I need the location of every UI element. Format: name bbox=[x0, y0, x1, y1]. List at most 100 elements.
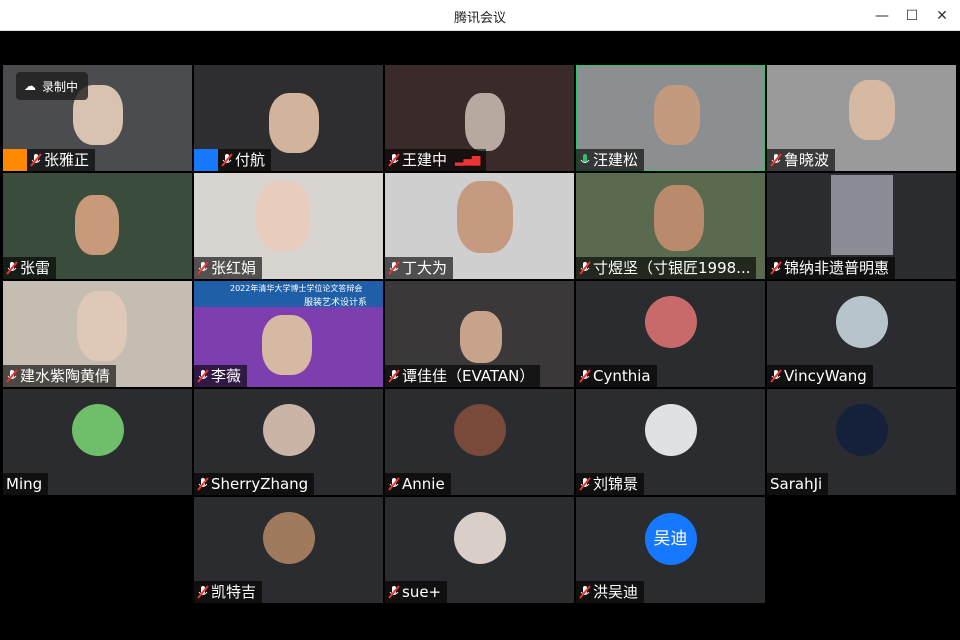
participant-tile-active-speaker[interactable]: 汪建松 bbox=[576, 65, 765, 171]
participant-tile[interactable]: Cynthia bbox=[576, 281, 765, 387]
participant-name-chip: 丁大为 bbox=[385, 257, 454, 279]
mic-on-icon bbox=[579, 153, 591, 167]
participant-name-chip: SherryZhang bbox=[194, 473, 315, 495]
participant-name: 凯特吉 bbox=[211, 583, 257, 601]
participant-name: 刘锦景 bbox=[593, 475, 639, 493]
participant-name-chip: 张红娟 bbox=[194, 257, 263, 279]
participant-name-chip: 张雅正 bbox=[27, 149, 96, 171]
participant-name-chip: 汪建松 bbox=[576, 149, 645, 171]
participant-tile-presentation[interactable]: 2022年清华大学博士学位论文答辩会 服装艺术设计系 李薇 bbox=[194, 281, 383, 387]
participant-tile[interactable]: sue+ bbox=[385, 497, 574, 603]
avatar bbox=[453, 512, 506, 564]
participant-tile[interactable]: Annie bbox=[385, 389, 574, 495]
participant-name-chip: Ming bbox=[3, 473, 49, 495]
participant-tile[interactable]: 锦纳非遗普明惠 bbox=[767, 173, 956, 279]
participant-name: 鲁晓波 bbox=[784, 151, 830, 169]
avatar bbox=[644, 296, 697, 348]
video-feed bbox=[849, 80, 895, 140]
mic-muted-icon bbox=[770, 153, 782, 167]
participant-tile[interactable]: SherryZhang bbox=[194, 389, 383, 495]
mic-muted-icon bbox=[30, 153, 42, 167]
participant-name-chip: 付航 bbox=[218, 149, 272, 171]
video-feed bbox=[269, 93, 319, 153]
mic-muted-icon bbox=[197, 477, 209, 491]
participant-name-chip: 张雷 bbox=[3, 257, 57, 279]
participant-tile[interactable]: Ming bbox=[3, 389, 192, 495]
mic-muted-icon bbox=[770, 261, 782, 275]
avatar bbox=[835, 404, 888, 456]
mic-muted-icon bbox=[197, 369, 209, 383]
video-feed bbox=[460, 311, 502, 363]
participant-tile[interactable]: 丁大为 bbox=[385, 173, 574, 279]
participant-tile[interactable]: 刘锦景 bbox=[576, 389, 765, 495]
mic-muted-icon bbox=[388, 153, 400, 167]
participant-name: 李薇 bbox=[211, 367, 242, 385]
title-bar: 腾讯会议 — ☐ ✕ bbox=[0, 0, 960, 31]
participant-name: 张雷 bbox=[20, 259, 51, 277]
window-title: 腾讯会议 bbox=[453, 11, 506, 26]
recording-label: 录制中 bbox=[42, 79, 79, 94]
participant-tile[interactable]: 凯特吉 bbox=[194, 497, 383, 603]
close-button[interactable]: ✕ bbox=[932, 6, 952, 26]
video-feed bbox=[262, 315, 312, 375]
participant-name: Annie bbox=[402, 475, 445, 493]
mic-muted-icon bbox=[221, 153, 233, 167]
participant-tile[interactable]: 吴迪 洪吴迪 bbox=[576, 497, 765, 603]
participant-name: 谭佳佳（EVATAN） bbox=[402, 367, 535, 385]
video-feed bbox=[77, 291, 127, 361]
video-feed bbox=[654, 85, 700, 145]
participant-name-chip: 寸煜坚（寸银匠1998... bbox=[576, 257, 757, 279]
participant-name: 丁大为 bbox=[402, 259, 448, 277]
participant-name-chip: 刘锦景 bbox=[576, 473, 645, 495]
participant-tile[interactable]: VincyWang bbox=[767, 281, 956, 387]
participant-name: Ming bbox=[6, 475, 43, 493]
participant-tile[interactable]: 建水紫陶黄倩 bbox=[3, 281, 192, 387]
cohost-badge bbox=[194, 149, 218, 171]
avatar bbox=[644, 404, 697, 456]
mic-muted-icon bbox=[579, 585, 591, 599]
participant-name-chip: 李薇 bbox=[194, 365, 248, 387]
minimize-button[interactable]: — bbox=[872, 6, 892, 26]
participant-name: Cynthia bbox=[593, 367, 651, 385]
participant-tile[interactable]: 张雷 bbox=[3, 173, 192, 279]
participant-tile[interactable]: SarahJi bbox=[767, 389, 956, 495]
video-grid: ☁ 录制中 张雅正 付航 王建中 ▂▄▆ 汪建松 鲁晓波 张雷 张红娟 丁大为 … bbox=[0, 31, 960, 640]
video-feed bbox=[75, 195, 119, 255]
video-feed bbox=[465, 93, 505, 151]
participant-name-chip: 鲁晓波 bbox=[767, 149, 836, 171]
mic-muted-icon bbox=[770, 369, 782, 383]
participant-name: 王建中 bbox=[402, 151, 448, 169]
participant-name-chip: 建水紫陶黄倩 bbox=[3, 365, 117, 387]
participant-name-chip: Annie bbox=[385, 473, 451, 495]
mic-muted-icon bbox=[388, 261, 400, 275]
video-feed bbox=[831, 175, 893, 255]
avatar bbox=[71, 404, 124, 456]
participant-tile[interactable]: 张红娟 bbox=[194, 173, 383, 279]
participant-tile[interactable]: 谭佳佳（EVATAN） bbox=[385, 281, 574, 387]
participant-name-chip: 凯特吉 bbox=[194, 581, 263, 603]
participant-tile[interactable]: 寸煜坚（寸银匠1998... bbox=[576, 173, 765, 279]
mic-muted-icon bbox=[6, 369, 18, 383]
avatar-initials: 吴迪 bbox=[644, 513, 697, 565]
mic-muted-icon bbox=[6, 261, 18, 275]
mic-muted-icon bbox=[579, 261, 591, 275]
mic-muted-icon bbox=[579, 369, 591, 383]
participant-tile[interactable]: 鲁晓波 bbox=[767, 65, 956, 171]
participant-name-chip: Cynthia bbox=[576, 365, 657, 387]
participant-tile[interactable]: 付航 bbox=[194, 65, 383, 171]
host-badge bbox=[3, 149, 27, 171]
video-feed bbox=[654, 185, 704, 251]
participant-tile[interactable]: ☁ 录制中 张雅正 bbox=[3, 65, 192, 171]
participant-tile[interactable]: 王建中 ▂▄▆ bbox=[385, 65, 574, 171]
video-feed bbox=[256, 181, 310, 251]
participant-name-chip: SarahJi bbox=[767, 473, 829, 495]
participant-name: 寸煜坚（寸银匠1998... bbox=[593, 259, 751, 277]
participant-name: SherryZhang bbox=[211, 475, 309, 493]
signal-strength-icon: ▂▄▆ bbox=[455, 153, 481, 166]
slide-subtitle: 服装艺术设计系 bbox=[304, 298, 368, 308]
avatar bbox=[835, 296, 888, 348]
maximize-button[interactable]: ☐ bbox=[902, 6, 922, 26]
participant-name: 付航 bbox=[235, 151, 266, 169]
participant-name: VincyWang bbox=[784, 367, 867, 385]
avatar bbox=[262, 404, 315, 456]
